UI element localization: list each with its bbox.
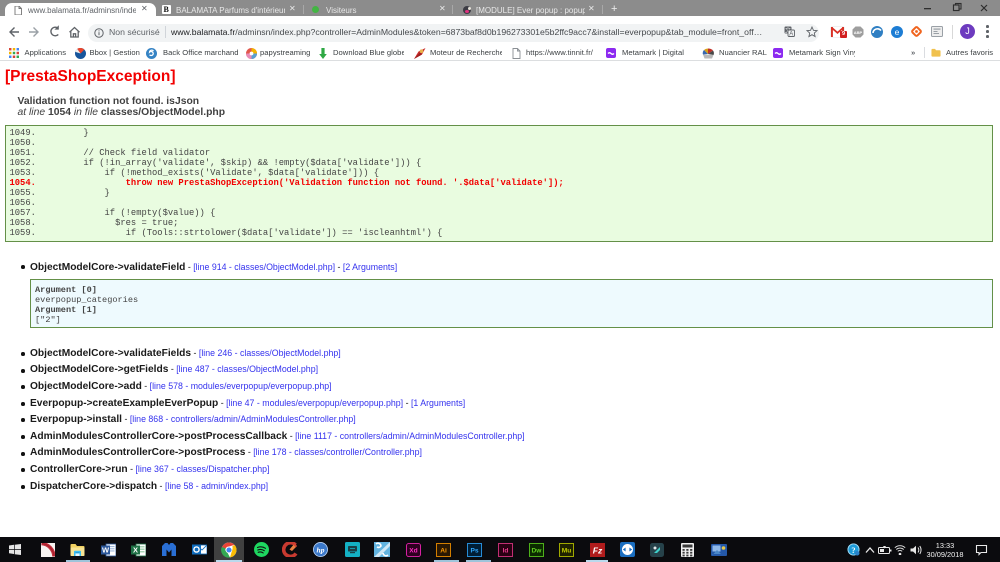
svg-text:Fz: Fz <box>592 545 602 555</box>
svg-text:ABP: ABP <box>854 30 863 35</box>
svg-text:X: X <box>132 545 137 554</box>
svg-text:Xd: Xd <box>409 547 417 554</box>
svg-text:e: e <box>895 26 900 36</box>
svg-text:A: A <box>789 32 793 37</box>
svg-text:W: W <box>101 545 109 554</box>
svg-text:Id: Id <box>502 547 508 554</box>
svg-text:Ps: Ps <box>470 547 478 554</box>
svg-text:Dw: Dw <box>531 547 542 554</box>
svg-text:Mu: Mu <box>561 547 571 554</box>
svg-text:hp: hp <box>316 545 324 554</box>
svg-text:Ai: Ai <box>440 547 447 554</box>
